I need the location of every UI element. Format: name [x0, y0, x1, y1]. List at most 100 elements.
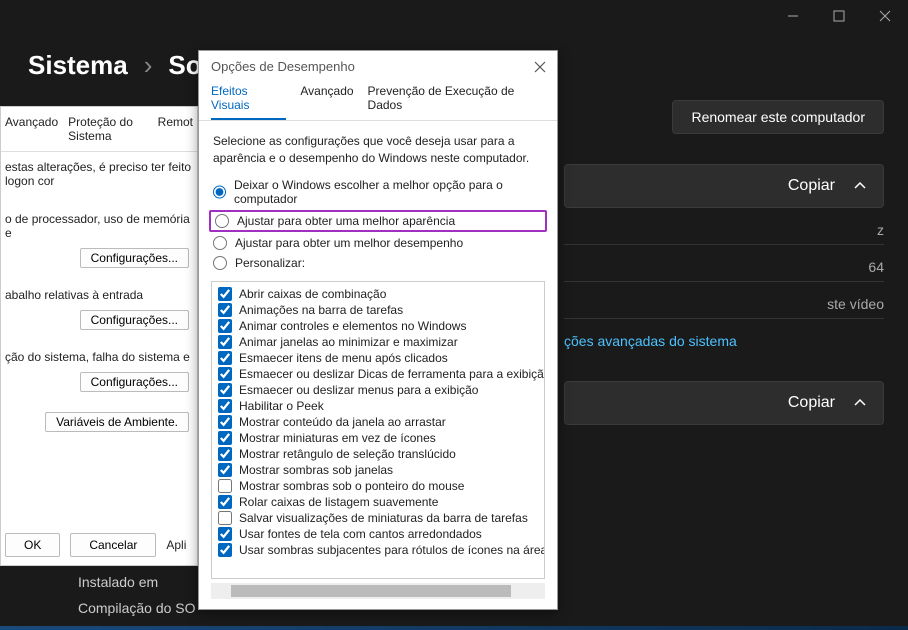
effect-checkbox[interactable]: [218, 351, 232, 365]
effect-checkbox-item[interactable]: Animar controles e elementos no Windows: [218, 318, 538, 334]
effect-checkbox[interactable]: [218, 367, 232, 381]
apply-button[interactable]: Apli: [166, 538, 186, 552]
cancel-button[interactable]: Cancelar: [70, 533, 156, 557]
effect-checkbox-item[interactable]: Mostrar sombras sob janelas: [218, 462, 538, 478]
effect-checkbox[interactable]: [218, 335, 232, 349]
radio-custom[interactable]: Personalizar:: [213, 253, 543, 273]
effect-checkbox[interactable]: [218, 495, 232, 509]
effect-checkbox-item[interactable]: Mostrar conteúdo da janela ao arrastar: [218, 414, 538, 430]
effect-checkbox-item[interactable]: Mostrar sombras sob o ponteiro do mouse: [218, 478, 538, 494]
effect-label: Animar janelas ao minimizar e maximizar: [239, 335, 458, 349]
chevron-right-icon: ›: [144, 50, 153, 81]
tab-remote[interactable]: Remot: [158, 115, 193, 143]
effect-checkbox[interactable]: [218, 527, 232, 541]
taskbar-edge: [0, 626, 908, 630]
breadcrumb: Sistema › Sol: [28, 50, 209, 81]
effect-checkbox-item[interactable]: Esmaecer itens de menu após clicados: [218, 350, 538, 366]
effect-label: Animar controles e elementos no Windows: [239, 319, 466, 333]
effect-checkbox[interactable]: [218, 511, 232, 525]
minimize-icon: [787, 10, 799, 22]
window-titlebar: [770, 0, 908, 32]
rename-computer-button[interactable]: Renomear este computador: [672, 100, 884, 134]
visual-effects-checklist[interactable]: Abrir caixas de combinação Animações na b…: [211, 281, 545, 579]
settings-button-2[interactable]: Configurações...: [80, 310, 189, 330]
spec-row-2: 64: [564, 245, 884, 282]
effect-label: Esmaecer itens de menu após clicados: [239, 351, 448, 365]
dialog-title: Opções de Desempenho: [211, 59, 355, 74]
sysprops-section-performance: o de processador, uso de memória e: [1, 196, 197, 244]
scrollbar-thumb[interactable]: [231, 585, 511, 597]
effect-checkbox[interactable]: [218, 463, 232, 477]
effect-checkbox-item[interactable]: Abrir caixas de combinação: [218, 286, 538, 302]
effect-checkbox[interactable]: [218, 415, 232, 429]
advanced-settings-link[interactable]: ções avançadas do sistema: [564, 319, 884, 363]
effect-label: Abrir caixas de combinação: [239, 287, 386, 301]
effect-label: Rolar caixas de listagem suavemente: [239, 495, 438, 509]
tab-protection[interactable]: Proteção do Sistema: [68, 115, 148, 143]
effect-checkbox[interactable]: [218, 479, 232, 493]
effect-label: Mostrar miniaturas em vez de ícones: [239, 431, 436, 445]
effect-checkbox-item[interactable]: Salvar visualizações de miniaturas da ba…: [218, 510, 538, 526]
effect-label: Usar fontes de tela com cantos arredonda…: [239, 527, 482, 541]
effect-label: Usar sombras subjacentes para rótulos de…: [239, 543, 545, 557]
env-vars-button[interactable]: Variáveis de Ambiente.: [45, 412, 189, 432]
copy-row-1[interactable]: Copiar: [564, 164, 884, 208]
about-panel: Renomear este computador Copiar z 64 ste…: [564, 100, 884, 425]
effect-checkbox[interactable]: [218, 383, 232, 397]
effect-label: Habilitar o Peek: [239, 399, 324, 413]
minimize-button[interactable]: [770, 0, 816, 32]
effect-checkbox[interactable]: [218, 399, 232, 413]
perf-radio-group: Deixar o Windows escolher a melhor opção…: [199, 175, 557, 273]
settings-button-3[interactable]: Configurações...: [80, 372, 189, 392]
effect-checkbox[interactable]: [218, 431, 232, 445]
effect-label: Mostrar sombras sob o ponteiro do mouse: [239, 479, 464, 493]
maximize-button[interactable]: [816, 0, 862, 32]
effect-checkbox-item[interactable]: Esmaecer ou deslizar Dicas de ferramenta…: [218, 366, 538, 382]
tab-visual-effects[interactable]: Efeitos Visuais: [211, 84, 286, 120]
effect-label: Esmaecer ou deslizar Dicas de ferramenta…: [239, 367, 545, 381]
settings-button-1[interactable]: Configurações...: [80, 248, 189, 268]
effect-checkbox-item[interactable]: Mostrar retângulo de seleção translúcido: [218, 446, 538, 462]
effect-checkbox[interactable]: [218, 447, 232, 461]
effect-checkbox-item[interactable]: Animações na barra de tarefas: [218, 302, 538, 318]
copy-row-2[interactable]: Copiar: [564, 381, 884, 425]
sysprops-section-userprofiles: abalho relativas à entrada: [1, 272, 197, 306]
close-icon[interactable]: [533, 60, 547, 74]
perf-tabs: Efeitos Visuais Avançado Prevenção de Ex…: [199, 78, 557, 121]
tab-advanced[interactable]: Avançado: [300, 84, 353, 120]
effect-checkbox-item[interactable]: Habilitar o Peek: [218, 398, 538, 414]
breadcrumb-root[interactable]: Sistema: [28, 50, 128, 81]
system-properties-dialog: Avançado Proteção do Sistema Remot estas…: [0, 106, 198, 566]
effect-checkbox-item[interactable]: Animar janelas ao minimizar e maximizar: [218, 334, 538, 350]
performance-options-dialog: Opções de Desempenho Efeitos Visuais Ava…: [198, 50, 558, 610]
effect-checkbox[interactable]: [218, 319, 232, 333]
effect-checkbox-item[interactable]: Mostrar miniaturas em vez de ícones: [218, 430, 538, 446]
ok-button[interactable]: OK: [5, 533, 60, 557]
radio-let-windows-choose[interactable]: Deixar o Windows escolher a melhor opção…: [213, 175, 543, 209]
spec-row-3: ste vídeo: [564, 282, 884, 319]
spec-row-1: z: [564, 208, 884, 245]
close-button[interactable]: [862, 0, 908, 32]
effect-label: Animações na barra de tarefas: [239, 303, 403, 317]
effect-checkbox[interactable]: [218, 543, 232, 557]
effect-checkbox-item[interactable]: Rolar caixas de listagem suavemente: [218, 494, 538, 510]
horizontal-scrollbar[interactable]: [211, 583, 545, 599]
perf-description: Selecione as configurações que você dese…: [199, 121, 557, 175]
copy-label: Copiar: [788, 177, 835, 195]
radio-best-performance[interactable]: Ajustar para obter um melhor desempenho: [213, 233, 543, 253]
tab-dep[interactable]: Prevenção de Execução de Dados: [368, 84, 545, 120]
sysprops-tabs: Avançado Proteção do Sistema Remot: [1, 113, 197, 152]
effect-checkbox[interactable]: [218, 287, 232, 301]
effect-label: Mostrar sombras sob janelas: [239, 463, 393, 477]
effect-checkbox-item[interactable]: Usar fontes de tela com cantos arredonda…: [218, 526, 538, 542]
list-item: Instalado em: [78, 569, 196, 596]
effect-label: Esmaecer ou deslizar menus para a exibiç…: [239, 383, 478, 397]
radio-best-appearance[interactable]: Ajustar para obter uma melhor aparência: [209, 210, 547, 232]
effect-checkbox[interactable]: [218, 303, 232, 317]
effect-label: Salvar visualizações de miniaturas da ba…: [239, 511, 528, 525]
copy-label: Copiar: [788, 394, 835, 412]
tab-advanced[interactable]: Avançado: [5, 115, 58, 143]
effect-checkbox-item[interactable]: Esmaecer ou deslizar menus para a exibiç…: [218, 382, 538, 398]
effect-checkbox-item[interactable]: Usar sombras subjacentes para rótulos de…: [218, 542, 538, 558]
effect-label: Mostrar conteúdo da janela ao arrastar: [239, 415, 446, 429]
